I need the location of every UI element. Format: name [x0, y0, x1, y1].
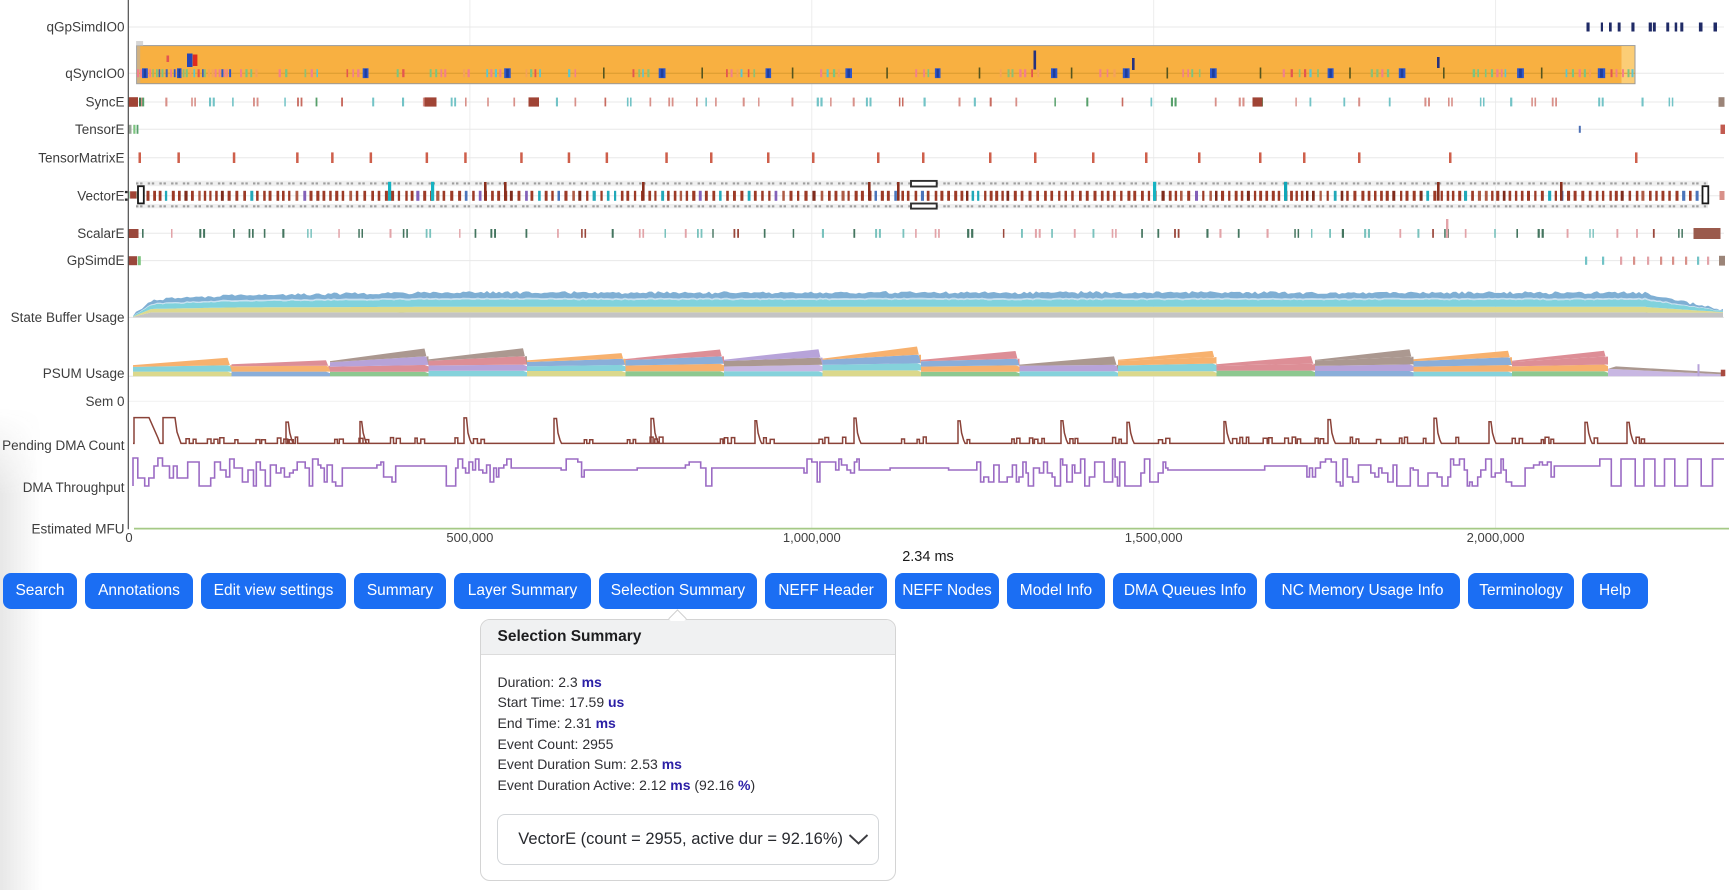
svg-text:1,000,000: 1,000,000: [783, 530, 841, 545]
svg-text:Estimated MFU: Estimated MFU: [31, 522, 124, 537]
svg-text:2,000,000: 2,000,000: [1467, 530, 1525, 545]
svg-text:TensorE: TensorE: [75, 122, 125, 137]
svg-text:1,500,000: 1,500,000: [1125, 530, 1183, 545]
svg-text:0: 0: [125, 530, 132, 545]
svg-text:State Buffer Usage: State Buffer Usage: [11, 310, 125, 325]
svg-text:Sem 0: Sem 0: [85, 394, 124, 409]
svg-text:PSUM Usage: PSUM Usage: [43, 366, 125, 381]
svg-text:GpSimdE: GpSimdE: [67, 253, 125, 268]
svg-text:TensorMatrixE: TensorMatrixE: [38, 150, 124, 165]
svg-text:VectorE: VectorE: [77, 188, 124, 203]
svg-text:ScalarE: ScalarE: [77, 226, 124, 241]
svg-text:2.34 ms: 2.34 ms: [902, 549, 954, 565]
svg-text:500,000: 500,000: [446, 530, 493, 545]
svg-text:SyncE: SyncE: [85, 95, 124, 110]
svg-text:qSyncIO0: qSyncIO0: [65, 66, 124, 81]
svg-text:qGpSimdIO0: qGpSimdIO0: [46, 20, 124, 35]
